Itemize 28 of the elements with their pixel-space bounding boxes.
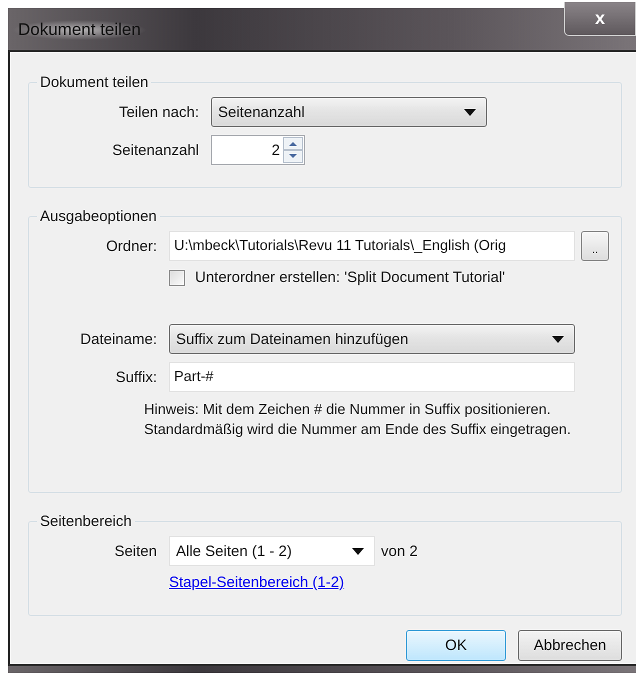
pages-label: Seiten — [114, 542, 157, 560]
close-button[interactable]: x — [564, 2, 636, 36]
filename-label: Dateiname: — [80, 330, 157, 348]
hint-text: Hinweis: Mit dem Zeichen # die Nummer in Suffix positionieren. Standardmäßig wird die Nummer am Ende des Suffix eingetragen. — [143, 401, 572, 440]
page-total-text: von 2 — [381, 542, 418, 560]
folder-field[interactable]: U:\mbeck\Tutorials\Revu 11 Tutorials\_English (Orig — [169, 231, 575, 261]
browse-button[interactable]: .. — [581, 231, 609, 261]
group-title: Ausgabeoptionen — [39, 208, 158, 225]
batch-range-link[interactable]: Stapel-Seitenbereich (1-2) — [169, 574, 344, 591]
split-by-dropdown[interactable]: Seitenanzahl — [211, 97, 487, 127]
group-title: Seitenbereich — [39, 513, 133, 530]
subfolder-checkbox[interactable] — [169, 270, 185, 286]
split-by-label: Teilen nach: — [118, 104, 199, 120]
caret-icon — [464, 108, 476, 116]
pages-dropdown[interactable]: Alle Seiten (1 - 2) — [169, 536, 375, 566]
page-count-label: Seitenanzahl — [112, 142, 199, 158]
folder-label: Ordner: — [106, 238, 157, 254]
suffix-label: Suffix: — [116, 368, 157, 386]
filename-dropdown[interactable]: Suffix zum Dateinamen hinzufügen — [169, 324, 575, 354]
page-count-spinner[interactable]: 2 — [211, 135, 305, 165]
subfolder-label: Unterordner erstellen: 'Split Document Tutorial' — [195, 269, 506, 286]
group-title: Dokument teilen — [39, 74, 150, 91]
suffix-field[interactable]: Part-# — [169, 362, 575, 392]
caret-icon — [552, 336, 564, 342]
caret-icon — [352, 548, 364, 554]
spin-arrows-icon[interactable] — [283, 137, 303, 163]
cancel-button[interactable]: Abbrechen — [518, 630, 622, 661]
ok-button[interactable]: OK — [406, 630, 506, 661]
